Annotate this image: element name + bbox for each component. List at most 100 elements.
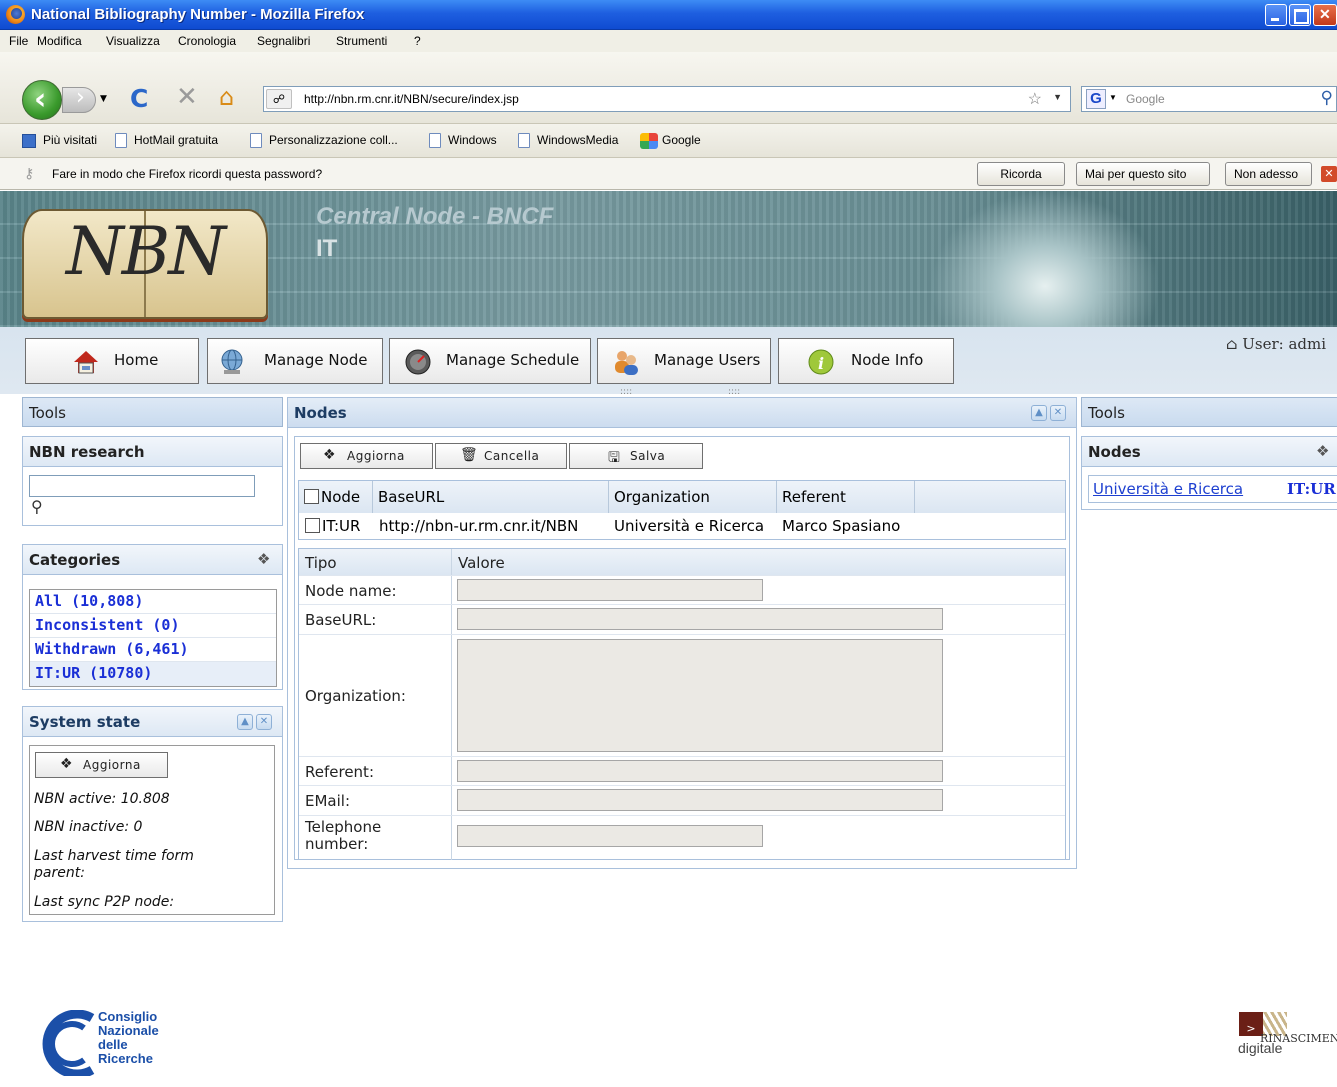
url-bar[interactable]: ☍ http://nbn.rm.cnr.it/NBN/secure/index.…: [263, 86, 1071, 112]
field-row-telephone: Telephone number:: [299, 815, 1065, 860]
not-now-button[interactable]: Non adesso: [1225, 162, 1312, 186]
column-baseurl[interactable]: BaseURL: [373, 481, 609, 513]
bookmark-windows[interactable]: Windows: [429, 133, 497, 149]
category-withdrawn[interactable]: Withdrawn (6,461): [30, 638, 276, 662]
bookmark-personalizzazione[interactable]: Personalizzazione coll...: [250, 133, 398, 149]
telephone-input[interactable]: [457, 825, 763, 847]
nbn-research-panel: NBN research ⚲: [22, 436, 283, 526]
menu-visualizza[interactable]: Visualizza: [106, 34, 160, 48]
nbn-active-text: NBN active: 10.808: [34, 791, 170, 807]
category-it-ur[interactable]: IT:UR (10780): [30, 662, 276, 686]
bookmark-piu-visitati[interactable]: Più visitati: [22, 133, 97, 148]
close-icon[interactable]: ✕: [256, 714, 272, 730]
table-row[interactable]: IT:UR http://nbn-ur.rm.cnr.it/NBN Univer…: [299, 513, 1065, 539]
nbn-logo: NBN: [22, 199, 268, 319]
field-row-baseurl: BaseURL:: [299, 604, 1065, 635]
menu-modifica[interactable]: Modifica: [37, 34, 82, 48]
site-identity-icon[interactable]: ☍: [266, 89, 292, 109]
close-icon[interactable]: ✕: [1050, 405, 1066, 421]
navigation-toolbar: ▼ C ✕ ⌂ ☍ http://nbn.rm.cnr.it/NBN/secur…: [0, 52, 1337, 124]
menu-cronologia[interactable]: Cronologia: [178, 34, 236, 48]
row-organization-cell: Università e Ricerca: [614, 517, 765, 535]
bookmark-google[interactable]: Google: [640, 133, 701, 149]
referent-input[interactable]: [457, 760, 943, 782]
aggiorna-button[interactable]: ❖ Aggiorna: [300, 443, 433, 469]
system-refresh-button[interactable]: ❖ Aggiorna: [35, 752, 168, 778]
resize-grip[interactable]: ::::: [620, 387, 632, 397]
forward-button[interactable]: [62, 85, 96, 113]
bookmark-windowsmedia[interactable]: WindowsMedia: [518, 133, 618, 149]
engine-dropdown-icon[interactable]: ▼: [1109, 93, 1117, 102]
category-all[interactable]: All (10,808): [30, 590, 276, 614]
cancella-button[interactable]: 🗑 Cancella: [435, 443, 567, 469]
refresh-icon[interactable]: ❖: [257, 550, 270, 568]
nbn-research-title: NBN research: [23, 437, 282, 467]
node-name-input[interactable]: [457, 579, 763, 601]
user-icon: ⌂: [1226, 335, 1238, 353]
search-bar[interactable]: G ▼ Google ⚲: [1081, 86, 1337, 112]
cnr-name: Consiglio Nazionale delle Ricerche: [98, 1009, 159, 1066]
column-referent[interactable]: Referent: [777, 481, 915, 513]
maximize-button[interactable]: [1289, 4, 1311, 26]
last-harvest-text: Last harvest time form parent:: [34, 848, 194, 881]
categories-list: All (10,808) Inconsistent (0) Withdrawn …: [29, 589, 277, 687]
node-title: Central Node - BNCF: [316, 203, 554, 230]
window-title: National Bibliography Number - Mozilla F…: [31, 6, 365, 23]
menu-file[interactable]: File: [9, 34, 28, 48]
salva-button[interactable]: 🖫 Salva: [569, 443, 703, 469]
google-engine-icon[interactable]: G: [1086, 89, 1106, 109]
home-icon[interactable]: ⌂: [219, 83, 234, 111]
manage-users-button[interactable]: Manage Users: [597, 338, 771, 384]
history-dropdown-icon[interactable]: ▼: [100, 94, 107, 104]
users-icon: [615, 351, 638, 375]
close-window-button[interactable]: [1313, 4, 1337, 26]
menu-help[interactable]: ?: [414, 34, 421, 48]
stop-icon[interactable]: ✕: [176, 82, 198, 112]
password-notification-bar: ⚷ Fare in modo che Firefox ricordi quest…: [0, 158, 1337, 190]
column-node[interactable]: Node: [299, 481, 373, 513]
window-titlebar: National Bibliography Number - Mozilla F…: [0, 0, 1337, 30]
nodes-title: Nodes: [288, 398, 1076, 428]
manage-node-button[interactable]: Manage Node: [207, 338, 383, 384]
research-input[interactable]: [29, 475, 255, 497]
back-button[interactable]: [22, 80, 62, 120]
minimize-button[interactable]: [1265, 4, 1287, 26]
collapse-icon[interactable]: ▲: [1031, 405, 1047, 421]
collapse-icon[interactable]: ▲: [237, 714, 253, 730]
row-checkbox[interactable]: [305, 518, 320, 533]
organization-textarea[interactable]: [457, 639, 943, 752]
resize-grip[interactable]: ::::: [728, 387, 740, 397]
valore-header: Valore: [458, 554, 505, 572]
url-text[interactable]: http://nbn.rm.cnr.it/NBN/secure/index.js…: [304, 92, 519, 106]
column-organization[interactable]: Organization: [609, 481, 777, 513]
url-dropdown-icon[interactable]: ▼: [1053, 92, 1062, 102]
globe-monitor-icon: [221, 349, 243, 374]
close-notification-icon[interactable]: ✕: [1321, 166, 1337, 182]
never-for-site-button[interactable]: Mai per questo sito: [1076, 162, 1210, 186]
node-link[interactable]: Università e Ricerca: [1093, 480, 1243, 498]
bookmark-hotmail[interactable]: HotMail gratuita: [115, 133, 218, 149]
magnifier-icon[interactable]: ⚲: [31, 497, 43, 516]
select-all-checkbox[interactable]: [304, 489, 319, 504]
menu-strumenti[interactable]: Strumenti: [336, 34, 387, 48]
trash-icon: 🗑: [460, 447, 479, 463]
home-button[interactable]: Home: [25, 338, 199, 384]
form-header: Tipo Valore: [299, 549, 1065, 575]
node-info-button[interactable]: i Node Info: [778, 338, 954, 384]
page-icon: [115, 133, 127, 149]
refresh-icon[interactable]: ❖: [1316, 442, 1329, 460]
manage-schedule-button[interactable]: Manage Schedule: [389, 338, 591, 384]
baseurl-input[interactable]: [457, 608, 943, 630]
row-node-cell: IT:UR: [305, 517, 360, 535]
menu-segnalibri[interactable]: Segnalibri: [257, 34, 310, 48]
table-header: Node BaseURL Organization Referent: [299, 481, 1065, 513]
email-input[interactable]: [457, 789, 943, 811]
search-go-icon[interactable]: ⚲: [1321, 88, 1333, 108]
bookmark-star-icon[interactable]: ☆: [1028, 89, 1042, 109]
search-placeholder[interactable]: Google: [1126, 92, 1165, 106]
user-label: ⌂ User: admi: [1226, 335, 1327, 353]
category-inconsistent[interactable]: Inconsistent (0): [30, 614, 276, 638]
reload-icon[interactable]: C: [130, 84, 148, 113]
remember-button[interactable]: Ricorda: [977, 162, 1065, 186]
page-icon: [518, 133, 530, 149]
